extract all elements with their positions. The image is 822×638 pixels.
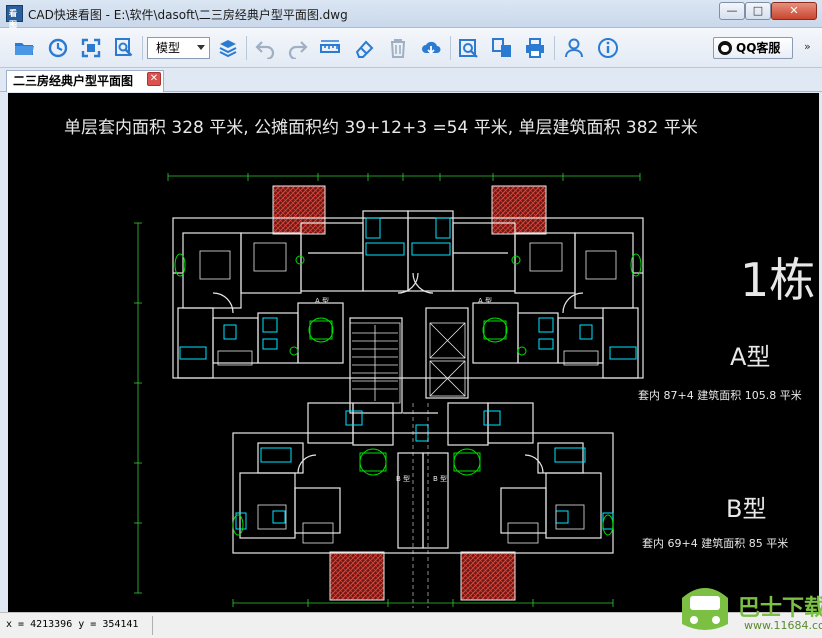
qq-support-label: QQ客服 [736, 41, 781, 55]
text-search-icon[interactable] [457, 36, 481, 60]
status-divider [152, 616, 153, 635]
title-bar: 看图 CAD快速看图 - E:\软件\dasoft\二三房经典户型平面图.dwg… [0, 0, 822, 29]
area-summary-text: 单层套内面积 328 平米, 公摊面积约 39+12+3 =54 平米, 单层建… [64, 118, 698, 138]
mode-select[interactable]: 模型 [147, 37, 210, 59]
eraser-icon[interactable] [352, 36, 376, 60]
fit-screen-icon[interactable] [79, 36, 103, 60]
qq-support-button[interactable]: QQ客服 [713, 37, 793, 59]
floor-plan-walls [172, 210, 644, 414]
tab-drawing[interactable]: 二三房经典户型平面图 [6, 70, 164, 92]
cloud-download-icon[interactable] [419, 36, 443, 60]
toolbar-separator [450, 36, 451, 60]
main-toolbar: 模型 QQ客服 » [0, 28, 822, 68]
stairwell [349, 322, 401, 404]
type-a-area: 套内 87+4 建筑面积 105.8 平米 [638, 388, 802, 402]
document-tab-strip: 二三房经典户型平面图 [0, 68, 822, 92]
balcony-hatch [491, 185, 547, 235]
unit-label-a: A 型 [478, 296, 492, 305]
close-button[interactable]: ✕ [771, 2, 817, 20]
version-convert-icon[interactable] [490, 36, 514, 60]
mode-select-value: 模型 [156, 41, 181, 55]
maximize-button[interactable]: □ [745, 2, 771, 20]
type-b-area: 套内 69+4 建筑面积 85 平米 [642, 536, 788, 550]
toolbar-separator [246, 36, 247, 60]
unit-label-a: A 型 [315, 296, 329, 305]
measure-ruler-icon[interactable] [318, 36, 342, 60]
watermark-name: 巴士下载 [738, 596, 822, 621]
trash-icon[interactable] [386, 36, 410, 60]
left-dimension [134, 222, 142, 594]
balcony-hatch [272, 185, 326, 235]
building-number: 1栋 [740, 253, 815, 307]
bottom-dimension [232, 599, 614, 607]
type-b-title: B型 [726, 495, 766, 523]
app-icon: 看图 [6, 5, 23, 29]
info-icon[interactable] [596, 36, 620, 60]
print-icon[interactable] [523, 36, 547, 60]
balcony-hatch [329, 551, 385, 601]
type-a-title: A型 [730, 343, 770, 371]
watermark-bus-logo-icon [682, 588, 728, 630]
unit-label-b: B 型 [396, 474, 410, 483]
toolbar-overflow-button[interactable]: » [804, 40, 811, 53]
minimize-button[interactable]: — [719, 2, 745, 20]
zoom-window-icon[interactable] [112, 36, 136, 60]
toolbar-separator [142, 36, 143, 60]
unit-label-b: B 型 [433, 474, 447, 483]
undo-icon[interactable] [253, 36, 277, 60]
balcony-hatch [460, 551, 516, 601]
watermark-url: www.11684.com [744, 619, 822, 632]
qq-penguin-icon [718, 41, 732, 55]
open-folder-icon[interactable] [12, 36, 36, 60]
redo-icon[interactable] [286, 36, 310, 60]
cursor-coordinates: x = 4213396 y = 354141 [6, 619, 139, 630]
drawing-canvas[interactable]: 单层套内面积 328 平米, 公摊面积约 39+12+3 =54 平米, 单层建… [8, 93, 819, 612]
tab-close-icon[interactable]: ✕ [147, 72, 161, 86]
toolbar-separator [554, 36, 555, 60]
elevators [429, 322, 466, 397]
top-dimension [167, 173, 641, 181]
chevron-down-icon [197, 45, 205, 50]
window-title: CAD快速看图 - E:\软件\dasoft\二三房经典户型平面图.dwg [28, 8, 348, 22]
history-clock-icon[interactable] [46, 36, 70, 60]
app-icon-text: 看图 [9, 9, 17, 29]
user-account-icon[interactable] [562, 36, 586, 60]
layers-icon[interactable] [216, 36, 240, 60]
cad-drawing[interactable]: 单层套内面积 328 平米, 公摊面积约 39+12+3 =54 平米, 单层建… [8, 93, 819, 612]
